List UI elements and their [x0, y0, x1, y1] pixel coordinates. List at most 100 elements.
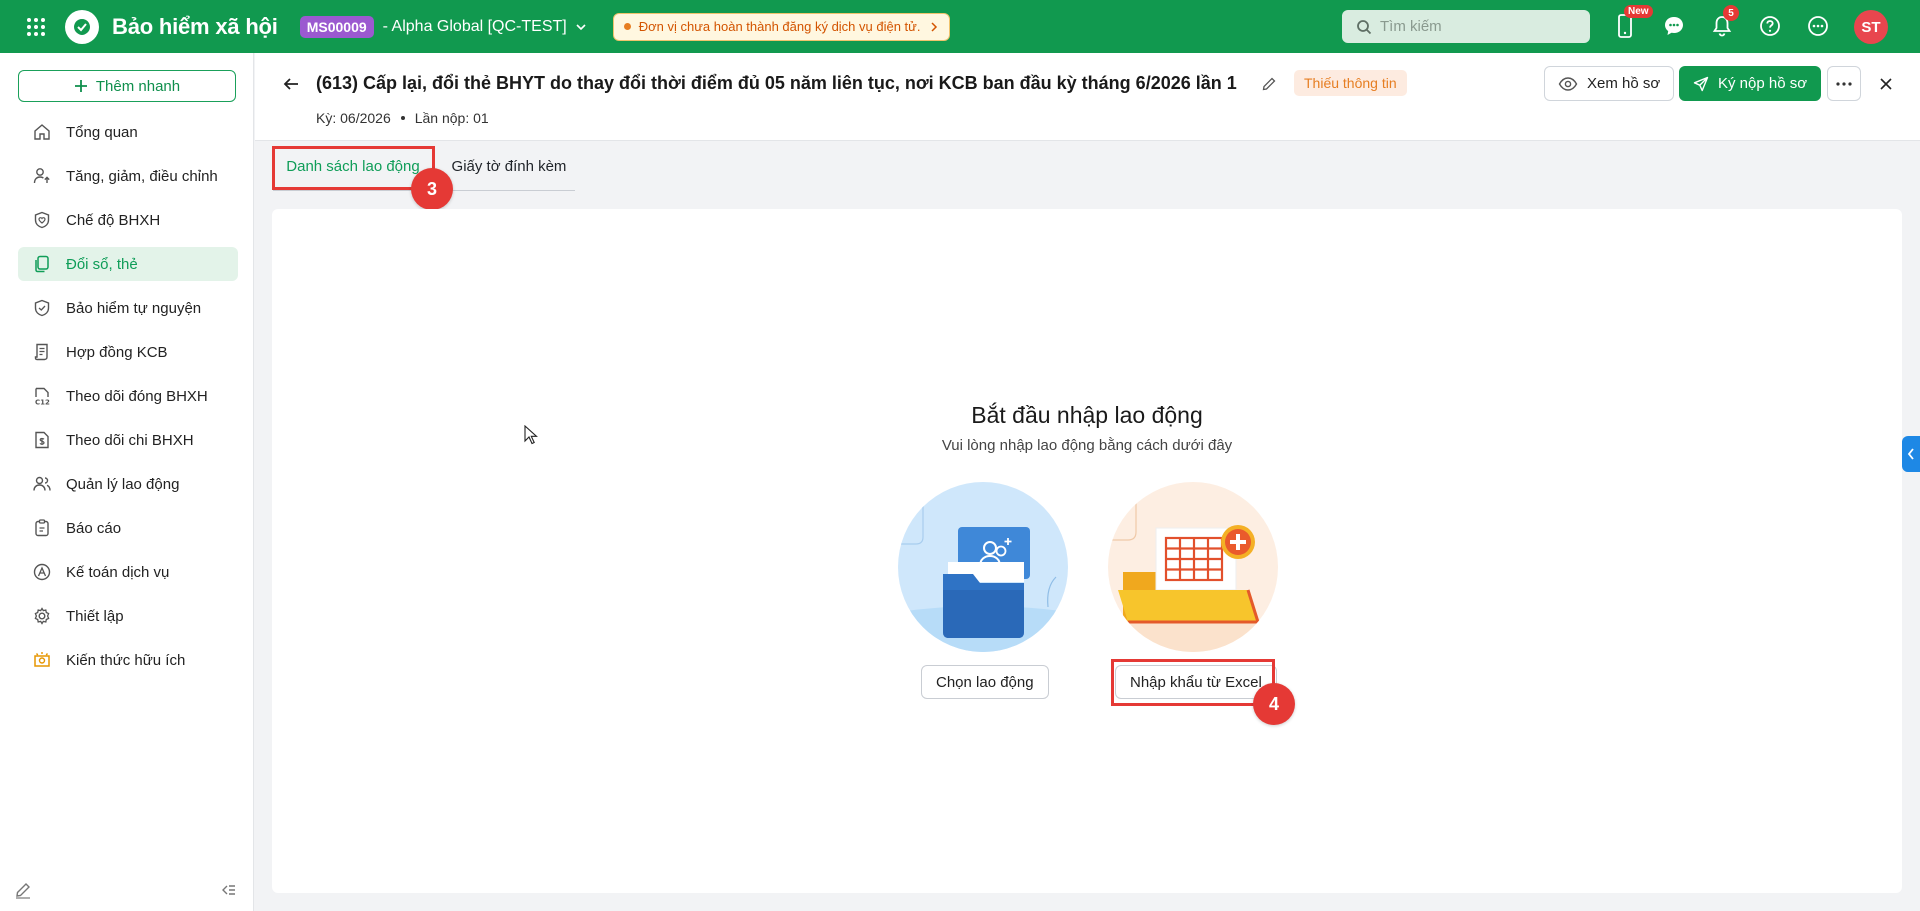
service-warning-banner[interactable]: Đơn vị chưa hoàn thành đăng ký dịch vụ đ…: [612, 12, 950, 41]
edit-title-button[interactable]: [1258, 73, 1280, 95]
home-icon: [32, 122, 52, 142]
mobile-app-button[interactable]: New: [1610, 5, 1653, 41]
tab-attachments[interactable]: Giấy tờ đính kèm: [441, 151, 577, 181]
knowledge-icon: [32, 650, 52, 670]
choose-labor-button[interactable]: Chọn lao động: [921, 665, 1049, 699]
avatar[interactable]: ST: [1854, 10, 1888, 44]
svg-text:C12: C12: [35, 399, 50, 407]
back-button[interactable]: [277, 70, 305, 98]
excel-import-illustration: [1108, 482, 1278, 652]
sidebar-item-label: Kế toán dịch vụ: [66, 563, 170, 581]
users-icon: [32, 474, 52, 494]
document-meta: Kỳ: 06/2026 Lần nộp: 01: [316, 110, 489, 126]
sidebar-item-label: Bảo hiểm tự nguyện: [66, 299, 202, 317]
sidebar-item-label: Tổng quan: [66, 123, 138, 141]
feedback-button[interactable]: [10, 877, 36, 903]
view-document-label: Xem hồ sơ: [1587, 75, 1661, 92]
money-doc-icon: [32, 430, 52, 450]
notification-button[interactable]: 5: [1707, 5, 1739, 41]
eye-icon: [1558, 76, 1578, 91]
view-document-button[interactable]: Xem hồ sơ: [1544, 66, 1675, 101]
sign-submit-button[interactable]: Ký nộp hồ sơ: [1679, 66, 1822, 101]
chevron-down-icon: [576, 23, 586, 30]
card-copy-icon: [32, 254, 52, 274]
warning-dot-icon: [623, 23, 631, 30]
close-button[interactable]: [1872, 70, 1900, 98]
sidebar-item-voluntary-insurance[interactable]: Bảo hiểm tự nguyện: [18, 291, 238, 325]
sidebar-item-kcb-contract[interactable]: Hợp đồng KCB: [18, 335, 238, 369]
gear-icon: [32, 606, 52, 626]
step-marker-3: 3: [411, 168, 453, 210]
sidebar-item-knowledge[interactable]: Kiến thức hữu ích: [18, 643, 238, 677]
sidebar-item-label: Kiến thức hữu ích: [66, 651, 186, 669]
clipboard-icon: [32, 518, 52, 538]
search-input[interactable]: [1380, 18, 1570, 35]
empty-state-subtitle: Vui lòng nhập lao động bằng cách dưới đâ…: [941, 437, 1233, 454]
contract-icon: [32, 342, 52, 362]
sidebar-item-labor-management[interactable]: Quản lý lao động: [18, 467, 238, 501]
accounting-icon: [32, 562, 52, 582]
send-icon: [1693, 76, 1709, 91]
page-header: (613) Cấp lại, đổi thẻ BHYT do thay đổi …: [255, 53, 1920, 141]
c12-doc-icon: C12: [32, 386, 52, 406]
pencil-icon: [1262, 77, 1276, 91]
sidebar-item-reports[interactable]: Báo cáo: [18, 511, 238, 545]
notification-count-badge: 5: [1723, 5, 1739, 21]
edit-note-icon: [16, 883, 30, 899]
more-circle-icon: [1808, 16, 1828, 36]
sidebar-item-service-accounting[interactable]: Kế toán dịch vụ: [18, 555, 238, 589]
chat-button[interactable]: [1659, 11, 1689, 41]
search-icon: [1357, 19, 1372, 34]
sidebar-item-track-payment[interactable]: C12 Theo dõi đóng BHXH: [18, 379, 238, 413]
sidebar-item-track-spending[interactable]: Theo dõi chi BHXH: [18, 423, 238, 457]
sidebar-item-overview[interactable]: Tổng quan: [18, 115, 238, 149]
sidebar-item-settings[interactable]: Thiết lập: [18, 599, 238, 633]
sidebar-item-label: Theo dõi chi BHXH: [66, 431, 194, 449]
org-selector[interactable]: - Alpha Global [QC-TEST]: [383, 18, 587, 36]
sidebar-item-label: Thiết lập: [66, 607, 124, 625]
sign-submit-label: Ký nộp hồ sơ: [1718, 75, 1808, 92]
warning-text: Đơn vị chưa hoàn thành đăng ký dịch vụ đ…: [638, 19, 921, 34]
plus-icon: [74, 80, 87, 92]
new-badge: New: [1624, 5, 1653, 18]
import-excel-button[interactable]: Nhập khẩu từ Excel: [1115, 665, 1277, 699]
sidebar-item-regime[interactable]: Chế độ BHXH: [18, 203, 238, 237]
app-grid-icon[interactable]: [19, 10, 53, 44]
choose-labor-illustration: [898, 482, 1068, 652]
sidebar-nav: Tổng quan Tăng, giảm, điều chỉnh Chế độ …: [18, 115, 238, 687]
page-title: (613) Cấp lại, đổi thẻ BHYT do thay đổi …: [316, 73, 1237, 93]
sidebar-item-adjust[interactable]: Tăng, giảm, điều chỉnh: [18, 159, 238, 193]
sidebar-item-label: Chế độ BHXH: [66, 211, 161, 229]
app-title: Bảo hiểm xã hội: [112, 13, 278, 39]
tab-labor-list[interactable]: Danh sách lao động: [273, 151, 433, 181]
global-search[interactable]: [1342, 10, 1590, 43]
sidebar-item-label: Tăng, giảm, điều chỉnh: [66, 167, 218, 185]
sidebar-item-label: Theo dõi đóng BHXH: [66, 387, 208, 405]
close-icon: [1880, 78, 1892, 90]
chat-icon: [1665, 17, 1683, 35]
status-badge: Thiếu thông tin: [1294, 70, 1407, 96]
chevron-right-icon: [930, 21, 937, 32]
collapse-sidebar-button[interactable]: [215, 877, 241, 903]
sidebar-item-card-exchange[interactable]: Đổi sổ, thẻ: [18, 247, 238, 281]
more-apps-button[interactable]: [1803, 11, 1833, 41]
top-bar: Bảo hiểm xã hội MS00009 - Alpha Global […: [0, 0, 1920, 53]
side-panel-toggle[interactable]: [1902, 436, 1920, 472]
collapse-left-icon: [222, 885, 235, 895]
submission-text: Lần nộp: 01: [414, 110, 489, 126]
app-logo-icon: [65, 9, 99, 44]
meta-separator: [400, 116, 405, 120]
more-horizontal-icon: [1836, 81, 1852, 86]
sidebar-item-label: Quản lý lao động: [66, 475, 180, 493]
arrow-left-icon: [283, 78, 298, 90]
mouse-cursor-icon: [524, 424, 538, 449]
help-button[interactable]: [1755, 11, 1785, 41]
sidebar-item-label: Đổi sổ, thẻ: [66, 255, 138, 273]
tab-bar: Danh sách lao động Giấy tờ đính kèm: [255, 141, 1920, 191]
period-text: Kỳ: 06/2026: [316, 110, 391, 126]
empty-state-title: Bắt đầu nhập lao động: [971, 402, 1203, 428]
sidebar-item-label: Hợp đồng KCB: [66, 343, 168, 361]
quick-add-button[interactable]: Thêm nhanh: [18, 70, 236, 102]
user-up-icon: [32, 166, 52, 186]
more-actions-button[interactable]: [1827, 66, 1861, 101]
